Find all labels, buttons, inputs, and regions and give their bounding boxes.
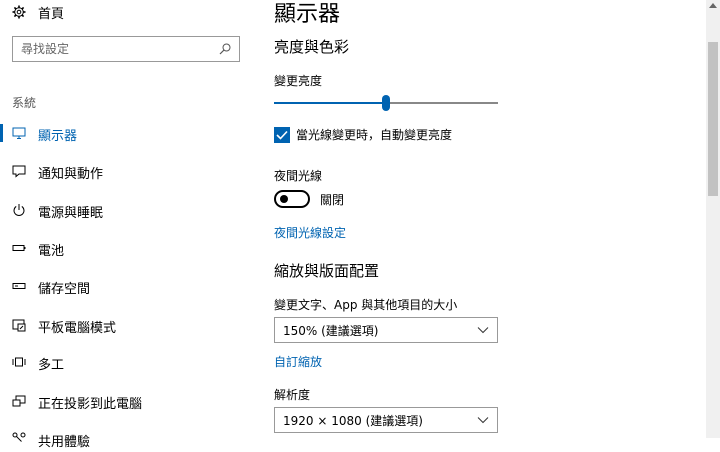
slider-thumb[interactable] <box>382 95 390 111</box>
scale-value: 150% (建議選項) <box>283 323 379 338</box>
auto-brightness-label: 當光線變更時，自動變更亮度 <box>296 128 453 142</box>
search-icon[interactable] <box>219 43 231 55</box>
scrollbar-thumb[interactable] <box>708 42 718 196</box>
sidebar-item-label: 電池 <box>38 244 65 259</box>
sidebar-item-notifications[interactable]: 通知與動作 <box>0 158 250 184</box>
night-light-toggle[interactable] <box>274 190 310 208</box>
tablet-mode-icon <box>12 319 26 332</box>
auto-brightness-option[interactable]: 當光線變更時，自動變更亮度 <box>274 126 452 143</box>
resolution-value: 1920 × 1080 (建議選項) <box>283 413 423 428</box>
shared-experiences-icon <box>12 432 26 442</box>
power-icon <box>13 204 25 217</box>
resolution-dropdown[interactable]: 1920 × 1080 (建議選項) <box>274 407 498 433</box>
sidebar-item-label: 顯示器 <box>38 129 78 144</box>
night-light-row: 關閉 <box>274 190 344 208</box>
chevron-down-icon <box>477 327 489 334</box>
night-light-label: 夜間光線 <box>274 169 323 183</box>
resolution-label: 解析度 <box>274 388 311 402</box>
sidebar-item-label: 多工 <box>38 358 65 373</box>
slider-track-filled <box>274 102 386 104</box>
sidebar-item-tablet-mode[interactable]: 平板電腦模式 <box>0 312 250 338</box>
sidebar-item-label: 儲存空間 <box>38 282 91 297</box>
sidebar-item-shared-experiences[interactable]: 共用體驗 <box>0 426 250 452</box>
brightness-label: 變更亮度 <box>274 74 323 88</box>
multitasking-icon <box>12 357 26 367</box>
gear-icon <box>12 5 26 19</box>
search-box[interactable] <box>12 36 240 62</box>
auto-brightness-checkbox[interactable] <box>274 126 290 143</box>
projecting-icon <box>12 395 26 407</box>
storage-icon <box>12 283 26 289</box>
section-label-system: 系統 <box>12 96 37 110</box>
sidebar-item-power[interactable]: 電源與睡眠 <box>0 197 250 223</box>
sidebar-item-label: 共用體驗 <box>38 435 91 450</box>
selection-indicator <box>0 124 3 142</box>
home-label: 首頁 <box>38 6 65 22</box>
scroll-up-icon[interactable] <box>709 2 717 8</box>
scale-dropdown[interactable]: 150% (建議選項) <box>274 317 498 343</box>
sidebar-item-label: 電源與睡眠 <box>38 206 104 221</box>
sidebar-item-storage[interactable]: 儲存空間 <box>0 273 250 299</box>
battery-icon <box>12 245 26 251</box>
home-link[interactable]: 首頁 <box>12 2 64 22</box>
sidebar-item-battery[interactable]: 電池 <box>0 235 250 261</box>
scale-label: 變更文字、App 與其他項目的大小 <box>274 298 458 312</box>
chevron-down-icon <box>477 417 489 424</box>
sidebar-item-display[interactable]: 顯示器 <box>0 120 250 146</box>
search-input[interactable] <box>21 42 219 56</box>
checkmark-icon <box>276 130 288 140</box>
page-title: 顯示器 <box>274 2 341 27</box>
night-light-state: 關閉 <box>320 192 345 207</box>
custom-scaling-link[interactable]: 自訂縮放 <box>274 353 322 370</box>
sidebar-item-label: 通知與動作 <box>38 167 104 182</box>
night-light-settings-link[interactable]: 夜間光線設定 <box>274 224 346 241</box>
sidebar-item-projecting[interactable]: 正在投影到此電腦 <box>0 388 250 414</box>
main-content: 顯示器 亮度與色彩 變更亮度 當光線變更時，自動變更亮度 夜間光線 關閉 夜間光… <box>250 0 706 438</box>
sidebar-item-label: 平板電腦模式 <box>38 321 117 336</box>
notification-icon <box>12 165 26 178</box>
toggle-knob <box>280 195 288 203</box>
vertical-scrollbar[interactable] <box>706 0 720 438</box>
slider-track <box>386 102 498 104</box>
section-title-scale-layout: 縮放與版面配置 <box>274 262 380 280</box>
monitor-icon <box>12 127 26 139</box>
sidebar-item-label: 正在投影到此電腦 <box>38 397 143 412</box>
sidebar: 首頁 系統 顯示器 通知與動作 電源與睡眠 <box>0 0 250 450</box>
brightness-slider[interactable] <box>274 95 498 111</box>
section-title-brightness: 亮度與色彩 <box>274 38 350 56</box>
sidebar-item-multitasking[interactable]: 多工 <box>0 349 250 375</box>
